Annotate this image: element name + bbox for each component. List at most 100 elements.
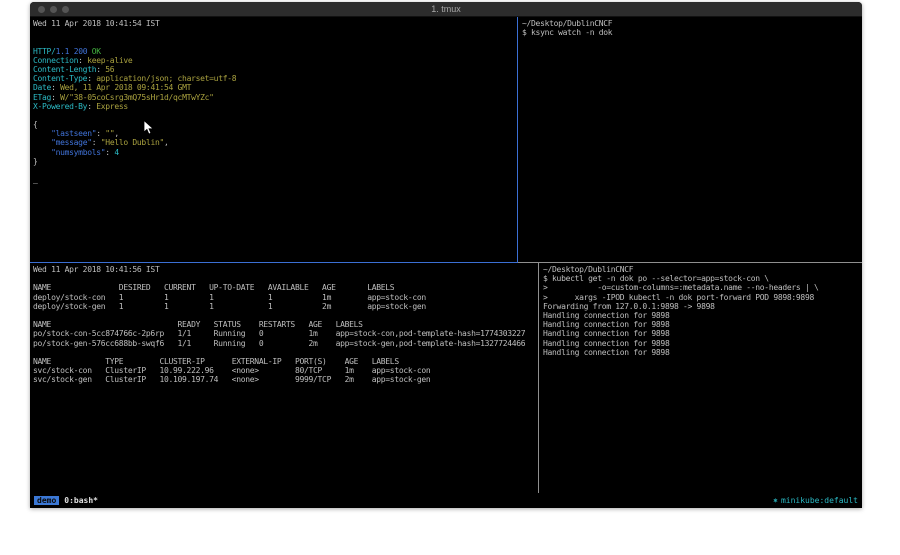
session-name-badge[interactable]: demo <box>34 496 59 505</box>
terminal-text-segment: 56 <box>105 65 114 74</box>
terminal-line <box>33 37 517 46</box>
terminal-line: Wed 11 Apr 2018 10:41:56 IST <box>33 265 538 274</box>
status-left: demo 0:bash* <box>34 496 98 505</box>
terminal-text-segment: Express <box>96 102 128 111</box>
terminal-text-segment <box>33 148 51 157</box>
terminal-text-segment: Connection <box>33 56 78 65</box>
terminal-text-segment: "message" <box>51 138 92 147</box>
terminal-line: Handling connection for 9898 <box>543 311 862 320</box>
terminal-line: { <box>33 120 517 129</box>
terminal-text-segment: : <box>51 93 60 102</box>
terminal-text-segment: 1.1 <box>56 47 70 56</box>
helm-wheel-icon: ⎈ <box>773 496 778 505</box>
terminal-line: _ <box>33 175 517 184</box>
terminal-line: } <box>33 157 517 166</box>
terminal-line: Forwarding from 127.0.0.1:9898 -> 9898 <box>543 302 862 311</box>
terminal-line: "lastseen": "", <box>33 129 517 138</box>
terminal-line: ~/Desktop/DublinCNCF <box>543 265 862 274</box>
terminal-line: svc/stock-gen ClusterIP 10.109.197.74 <n… <box>33 375 538 384</box>
terminal-text-segment: OK <box>92 47 101 56</box>
terminal-line: $ kubectl get -n dok po --selector=app=s… <box>543 274 862 283</box>
terminal-text-segment: application/json; charset=utf-8 <box>96 74 236 83</box>
terminal-line: Handling connection for 9898 <box>543 348 862 357</box>
terminal-text-segment: "numsymbols" <box>51 148 105 157</box>
terminal-text-segment: "Hello Dublin" <box>101 138 164 147</box>
pane-border-vertical-inactive[interactable] <box>538 263 539 493</box>
terminal-line: Date: Wed, 11 Apr 2018 09:41:54 GMT <box>33 83 517 92</box>
terminal-text-segment <box>33 138 51 147</box>
terminal-text-segment <box>33 129 51 138</box>
terminal-text-segment: : <box>96 65 105 74</box>
terminal-text-segment: "lastseen" <box>51 129 96 138</box>
terminal-text-segment: X-Powered-By <box>33 102 87 111</box>
terminal-line: "numsymbols": 4 <box>33 148 517 157</box>
pane-ksync-watch[interactable]: ~/Desktop/DublinCNCF$ ksync watch -n dok <box>519 17 862 262</box>
terminal-line <box>33 311 538 320</box>
terminal-text-segment: , <box>114 129 119 138</box>
terminal-text-segment: ETag <box>33 93 51 102</box>
terminal-text-segment: keep-alive <box>87 56 132 65</box>
terminal-line <box>33 348 538 357</box>
terminal-text-segment: "" <box>105 129 114 138</box>
terminal-line: NAME DESIRED CURRENT UP-TO-DATE AVAILABL… <box>33 283 538 292</box>
terminal-line: "message": "Hello Dublin", <box>33 138 517 147</box>
terminal-line: Handling connection for 9898 <box>543 320 862 329</box>
terminal-window: 1. tmux Wed 11 Apr 2018 10:41:54 IST HTT… <box>30 2 862 508</box>
terminal-text-segment: Content-Type <box>33 74 87 83</box>
terminal-line: po/stock-gen-576cc688bb-swqf6 1/1 Runnin… <box>33 339 538 348</box>
minimize-button[interactable] <box>50 6 57 13</box>
terminal-line <box>33 166 517 175</box>
active-window-label[interactable]: 0:bash* <box>64 496 98 505</box>
close-button[interactable] <box>38 6 45 13</box>
terminal-text-segment: : <box>87 102 96 111</box>
pane-kubectl-resources[interactable]: Wed 11 Apr 2018 10:41:56 IST NAME DESIRE… <box>30 263 538 493</box>
window-title: 1. tmux <box>30 2 862 17</box>
terminal-text-segment: 200 <box>74 47 88 56</box>
terminal-line: NAME READY STATUS RESTARTS AGE LABELS <box>33 320 538 329</box>
pane-border-horizontal-active[interactable] <box>30 262 518 263</box>
terminal-line: Handling connection for 9898 <box>543 339 862 348</box>
kube-context-label: minikube:default <box>781 496 858 505</box>
terminal-text-segment: HTTP/ <box>33 47 56 56</box>
zoom-button[interactable] <box>62 6 69 13</box>
tmux-status-bar: demo 0:bash* ⎈minikube:default <box>30 493 862 508</box>
terminal-line: po/stock-con-5cc874766c-2p6rp 1/1 Runnin… <box>33 329 538 338</box>
terminal-line: Handling connection for 9898 <box>543 329 862 338</box>
mouse-cursor-pointer <box>143 120 155 136</box>
terminal-line: deploy/stock-gen 1 1 1 1 2m app=stock-ge… <box>33 302 538 311</box>
terminal-text-segment: : <box>78 56 87 65</box>
terminal-line: Wed 11 Apr 2018 10:41:54 IST <box>33 19 517 28</box>
terminal-text-segment: , <box>164 138 169 147</box>
kube-context-indicator: ⎈minikube:default <box>773 496 858 505</box>
terminal-text-segment: 4 <box>114 148 119 157</box>
terminal-line: deploy/stock-con 1 1 1 1 1m app=stock-co… <box>33 293 538 302</box>
terminal-line: > xargs -IPOD kubectl -n dok port-forwar… <box>543 293 862 302</box>
terminal-line <box>33 111 517 120</box>
terminal-line: Connection: keep-alive <box>33 56 517 65</box>
terminal-text-segment: : <box>105 148 114 157</box>
terminal-line: Content-Type: application/json; charset=… <box>33 74 517 83</box>
terminal-line: Content-Length: 56 <box>33 65 517 74</box>
terminal-text-segment: Wed, 11 Apr 2018 09:41:54 GMT <box>60 83 191 92</box>
terminal-text-segment: _ <box>33 175 38 184</box>
tmux-session-area: Wed 11 Apr 2018 10:41:54 IST HTTP/1.1 20… <box>30 17 862 493</box>
terminal-line: ~/Desktop/DublinCNCF <box>522 19 862 28</box>
terminal-line: X-Powered-By: Express <box>33 102 517 111</box>
terminal-line: svc/stock-con ClusterIP 10.99.222.96 <no… <box>33 366 538 375</box>
terminal-line: HTTP/1.1 200 OK <box>33 47 517 56</box>
window-titlebar[interactable]: 1. tmux <box>30 2 862 17</box>
terminal-line: NAME TYPE CLUSTER-IP EXTERNAL-IP PORT(S)… <box>33 357 538 366</box>
terminal-line <box>33 28 517 37</box>
terminal-line: $ ksync watch -n dok <box>522 28 862 37</box>
terminal-line <box>33 274 538 283</box>
terminal-text-segment: : <box>51 83 60 92</box>
terminal-line: > -o=custom-columns=:metadata.name --no-… <box>543 283 862 292</box>
terminal-text-segment: : <box>92 138 101 147</box>
terminal-text-segment: W/"38-05coCsrg3mQ75sHr1d/qcMTwYZc" <box>60 93 214 102</box>
pane-border-horizontal-inactive[interactable] <box>518 262 862 263</box>
pane-border-vertical-active[interactable] <box>517 17 518 263</box>
pane-http-response[interactable]: Wed 11 Apr 2018 10:41:54 IST HTTP/1.1 20… <box>30 17 517 262</box>
terminal-line: ETag: W/"38-05coCsrg3mQ75sHr1d/qcMTwYZc" <box>33 93 517 102</box>
terminal-text-segment: : <box>87 74 96 83</box>
pane-port-forward[interactable]: ~/Desktop/DublinCNCF$ kubectl get -n dok… <box>540 263 862 493</box>
